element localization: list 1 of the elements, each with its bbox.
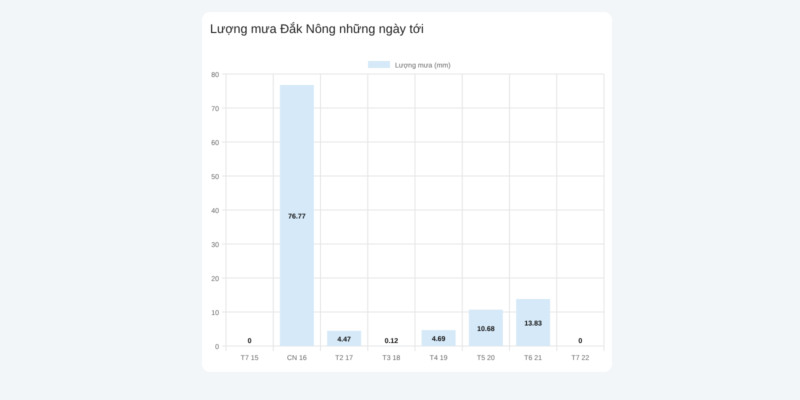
chart-title: Lượng mưa Đắk Nông những ngày tới	[209, 21, 425, 38]
